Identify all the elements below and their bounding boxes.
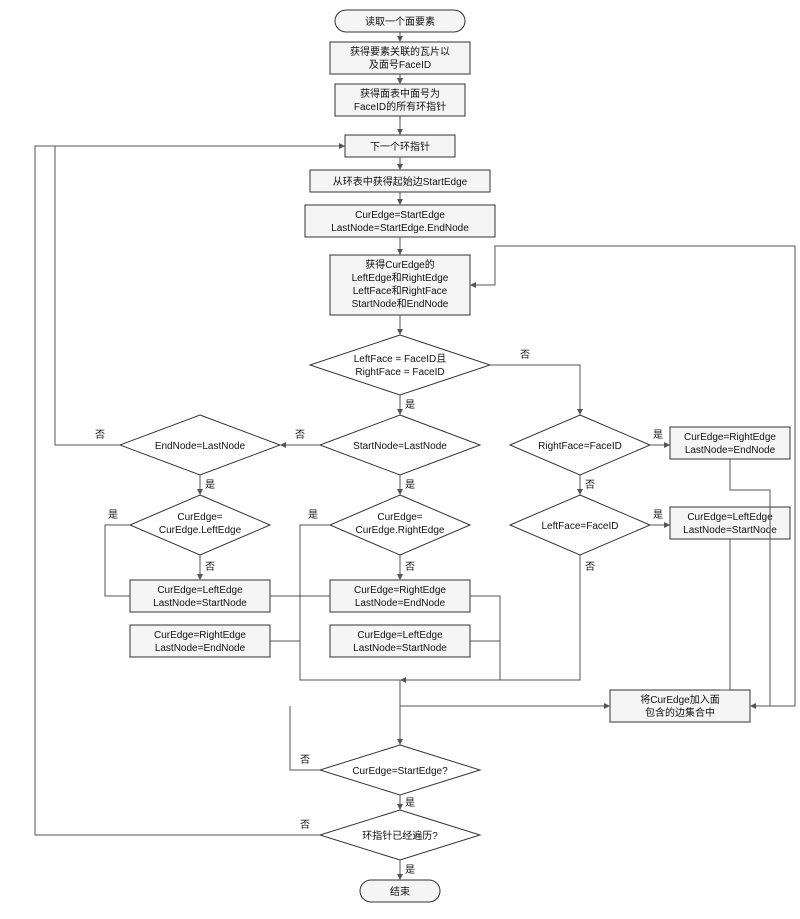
- svg-text:LeftFace和RightFace: LeftFace和RightFace: [353, 285, 448, 297]
- svg-text:获得面表中面号为: 获得面表中面号为: [360, 87, 440, 100]
- svg-text:将CurEdge加入面: 将CurEdge加入面: [640, 694, 719, 706]
- svg-text:CurEdge=RightEdge: CurEdge=RightEdge: [154, 630, 246, 641]
- svg-text:否: 否: [300, 819, 310, 831]
- svg-text:环指针已经遍历?: 环指针已经遍历?: [362, 829, 438, 842]
- svg-text:否: 否: [95, 429, 105, 441]
- svg-text:获得CurEdge的: 获得CurEdge的: [365, 258, 434, 271]
- svg-text:是: 是: [405, 399, 415, 411]
- svg-text:LastNode=StartNode: LastNode=StartNode: [153, 598, 247, 609]
- svg-text:否: 否: [295, 429, 305, 441]
- svg-text:获得要素关联的瓦片以: 获得要素关联的瓦片以: [350, 45, 450, 58]
- svg-text:FaceID的所有环指针: FaceID的所有环指针: [354, 100, 446, 113]
- start-text: 读取一个面要素: [365, 15, 435, 28]
- svg-text:CurEdge.RightEdge: CurEdge.RightEdge: [356, 525, 445, 536]
- flowchart: 读取一个面要素 获得要素关联的瓦片以 及面号FaceID 获得面表中面号为 Fa…: [0, 0, 800, 919]
- svg-text:是: 是: [405, 864, 415, 876]
- svg-text:否: 否: [585, 561, 595, 573]
- svg-text:否: 否: [520, 349, 530, 361]
- svg-text:EndNode=LastNode: EndNode=LastNode: [155, 441, 246, 452]
- svg-text:否: 否: [405, 561, 415, 573]
- svg-text:CurEdge=RightEdge: CurEdge=RightEdge: [354, 585, 446, 596]
- end-text: 结束: [390, 885, 410, 898]
- svg-text:CurEdge=LeftEdge: CurEdge=LeftEdge: [357, 630, 443, 641]
- svg-text:是: 是: [108, 509, 118, 521]
- svg-text:LastNode=StartEdge.EndNode: LastNode=StartEdge.EndNode: [331, 223, 469, 234]
- svg-text:是: 是: [308, 509, 318, 521]
- svg-text:LeftFace = FaceID且: LeftFace = FaceID且: [354, 353, 447, 365]
- svg-text:否: 否: [585, 479, 595, 491]
- svg-text:LastNode=EndNode: LastNode=EndNode: [685, 445, 776, 456]
- svg-text:CurEdge=: CurEdge=: [177, 512, 222, 523]
- svg-text:是: 是: [205, 479, 215, 491]
- svg-text:CurEdge=StartEdge?: CurEdge=StartEdge?: [352, 766, 448, 777]
- svg-text:RightFace=FaceID: RightFace=FaceID: [538, 441, 622, 452]
- decision-both-face: [310, 335, 490, 395]
- svg-text:CurEdge.LeftEdge: CurEdge.LeftEdge: [159, 525, 242, 536]
- svg-text:包含的边集合中: 包含的边集合中: [645, 706, 715, 719]
- svg-text:RightFace = FaceID: RightFace = FaceID: [355, 367, 444, 378]
- svg-text:CurEdge=LeftEdge: CurEdge=LeftEdge: [687, 512, 773, 523]
- svg-text:LastNode=EndNode: LastNode=EndNode: [355, 598, 446, 609]
- svg-text:CurEdge=StartEdge: CurEdge=StartEdge: [355, 210, 445, 221]
- svg-text:下一个环指针: 下一个环指针: [370, 140, 430, 153]
- svg-text:CurEdge=: CurEdge=: [377, 512, 422, 523]
- svg-text:LastNode=StartNode: LastNode=StartNode: [683, 525, 777, 536]
- svg-text:LastNode=EndNode: LastNode=EndNode: [155, 643, 246, 654]
- svg-text:LeftFace=FaceID: LeftFace=FaceID: [542, 521, 619, 532]
- svg-text:是: 是: [653, 509, 663, 521]
- svg-text:LeftEdge和RightEdge: LeftEdge和RightEdge: [352, 272, 449, 284]
- svg-text:及面号FaceID: 及面号FaceID: [369, 59, 431, 71]
- svg-text:否: 否: [205, 561, 215, 573]
- svg-text:是: 是: [653, 429, 663, 441]
- svg-text:LastNode=StartNode: LastNode=StartNode: [353, 643, 447, 654]
- svg-text:CurEdge=RightEdge: CurEdge=RightEdge: [684, 432, 776, 443]
- svg-text:否: 否: [300, 754, 310, 766]
- svg-text:StartNode和EndNode: StartNode和EndNode: [352, 298, 449, 310]
- svg-text:从环表中获得起始边StartEdge: 从环表中获得起始边StartEdge: [333, 175, 468, 188]
- svg-text:StartNode=LastNode: StartNode=LastNode: [353, 441, 447, 452]
- svg-text:CurEdge=LeftEdge: CurEdge=LeftEdge: [157, 585, 243, 596]
- svg-text:是: 是: [405, 797, 415, 809]
- svg-text:是: 是: [405, 479, 415, 491]
